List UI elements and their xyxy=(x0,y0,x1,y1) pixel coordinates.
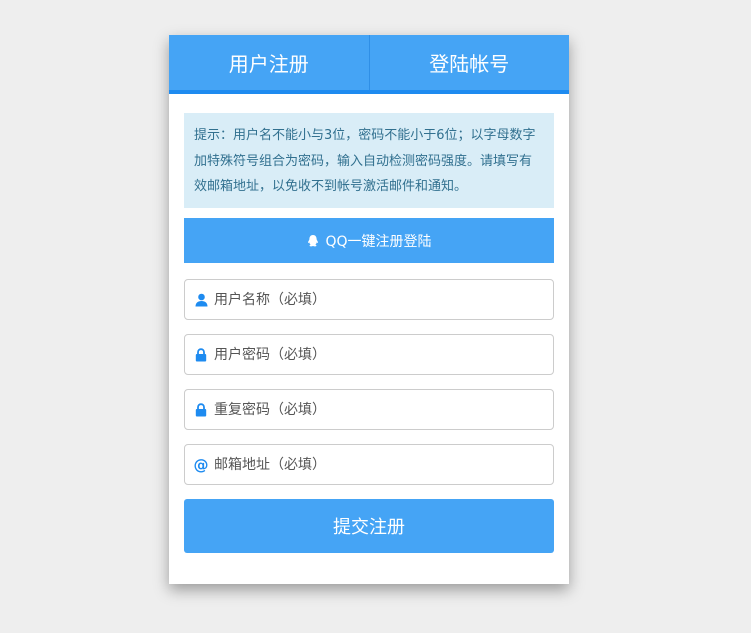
user-icon xyxy=(194,292,208,308)
password-input[interactable] xyxy=(214,336,534,373)
lock-icon xyxy=(194,402,208,418)
register-card: 用户注册 登陆帐号 提示：用户名不能小与3位，密码不能小于6位；以字母数字加特殊… xyxy=(169,35,569,584)
confirm-password-input[interactable] xyxy=(214,391,534,428)
tab-register[interactable]: 用户注册 xyxy=(169,35,369,90)
email-field[interactable]: @ xyxy=(184,444,554,485)
lock-icon xyxy=(194,347,208,363)
username-input[interactable] xyxy=(214,281,534,318)
confirm-password-field[interactable] xyxy=(184,389,554,430)
username-field[interactable] xyxy=(184,279,554,320)
tab-bar: 用户注册 登陆帐号 xyxy=(169,35,569,94)
qq-penguin-icon xyxy=(306,234,320,248)
email-input[interactable] xyxy=(214,446,534,483)
qq-login-button[interactable]: QQ一键注册登陆 xyxy=(184,218,554,263)
tab-login[interactable]: 登陆帐号 xyxy=(368,35,570,90)
password-field[interactable] xyxy=(184,334,554,375)
qq-login-label: QQ一键注册登陆 xyxy=(325,233,432,250)
at-icon: @ xyxy=(193,455,209,474)
notice-box: 提示：用户名不能小与3位，密码不能小于6位；以字母数字加特殊符号组合为密码，输入… xyxy=(184,113,554,208)
submit-register-button[interactable]: 提交注册 xyxy=(184,499,554,553)
